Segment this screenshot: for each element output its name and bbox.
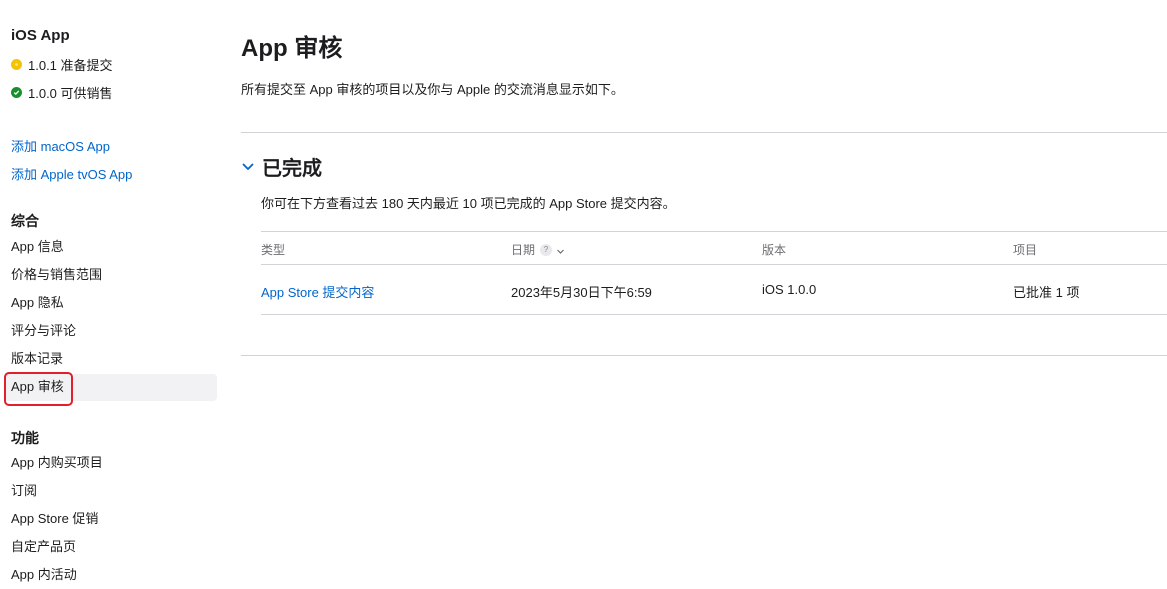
sidebar-item-app-store-promotions[interactable]: App Store 促销 [11, 509, 98, 529]
sidebar-item-pricing[interactable]: 价格与销售范围 [11, 265, 102, 285]
sidebar-item-app-review[interactable]: App 审核 [11, 377, 64, 397]
add-tvos-app-link[interactable]: 添加 Apple tvOS App [11, 164, 132, 183]
add-macos-app-link[interactable]: 添加 macOS App [11, 136, 110, 155]
sidebar-item-ratings[interactable]: 评分与评论 [11, 321, 76, 341]
page-description: 所有提交至 App 审核的项目以及你与 Apple 的交流消息显示如下。 [241, 82, 624, 97]
main-content: App 审核 所有提交至 App 审核的项目以及你与 Apple 的交流消息显示… [241, 0, 1167, 589]
sort-chevron-icon[interactable] [556, 245, 565, 254]
section-description: 你可在下方查看过去 180 天内最近 10 项已完成的 App Store 提交… [261, 196, 676, 211]
sidebar-item-subscriptions[interactable]: 订阅 [11, 481, 37, 501]
sidebar-item-in-app-purchases[interactable]: App 内购买项目 [11, 453, 103, 473]
column-header-items: 项目 [1013, 243, 1038, 257]
help-icon[interactable]: ? [540, 243, 553, 256]
sidebar-item-privacy[interactable]: App 隐私 [11, 293, 64, 313]
column-header-date[interactable]: 日期 ? [511, 241, 565, 258]
sidebar-item-custom-product-pages[interactable]: 自定产品页 [11, 537, 76, 557]
version-label: 1.0.1 准备提交 [28, 57, 113, 73]
version-item-1-0-0[interactable]: 1.0.0 可供销售 [11, 82, 113, 102]
sidebar-item-app-info[interactable]: App 信息 [11, 237, 64, 257]
submission-items: 已批准 1 项 [1013, 285, 1080, 300]
check-icon [11, 86, 22, 98]
pending-status-icon [11, 58, 22, 70]
table-header: 类型 日期 ? 版本 项目 [261, 231, 1167, 265]
submission-date: 2023年5月30日下午6:59 [511, 285, 652, 300]
sidebar: iOS App 1.0.1 准备提交 1.0.0 可供销售 添加 macOS A… [0, 0, 225, 589]
column-header-type: 类型 [261, 243, 286, 257]
divider [241, 132, 1167, 133]
sidebar-item-version-history[interactable]: 版本记录 [11, 349, 63, 369]
version-item-1-0-1[interactable]: 1.0.1 准备提交 [11, 54, 113, 74]
submission-type-link[interactable]: App Store 提交内容 [261, 282, 374, 301]
divider [241, 355, 1167, 356]
completed-section-toggle[interactable]: 已完成 [241, 152, 322, 181]
page-title: App 审核 [241, 35, 343, 62]
features-section-title: 功能 [11, 430, 39, 446]
sidebar-item-in-app-events[interactable]: App 内活动 [11, 565, 77, 585]
submissions-table: 类型 日期 ? 版本 项目 App Store 提交内容 2023年5月30日下… [261, 231, 1167, 315]
general-section-title: 综合 [11, 213, 39, 229]
submission-version: iOS 1.0.0 [762, 282, 817, 297]
column-header-version: 版本 [762, 243, 787, 257]
chevron-down-icon[interactable] [241, 160, 255, 174]
version-label: 1.0.0 可供销售 [28, 85, 113, 101]
app-platform-title: iOS App [11, 27, 70, 44]
table-row: App Store 提交内容 2023年5月30日下午6:59 iOS 1.0.… [261, 265, 1167, 315]
section-title: 已完成 [262, 158, 322, 180]
